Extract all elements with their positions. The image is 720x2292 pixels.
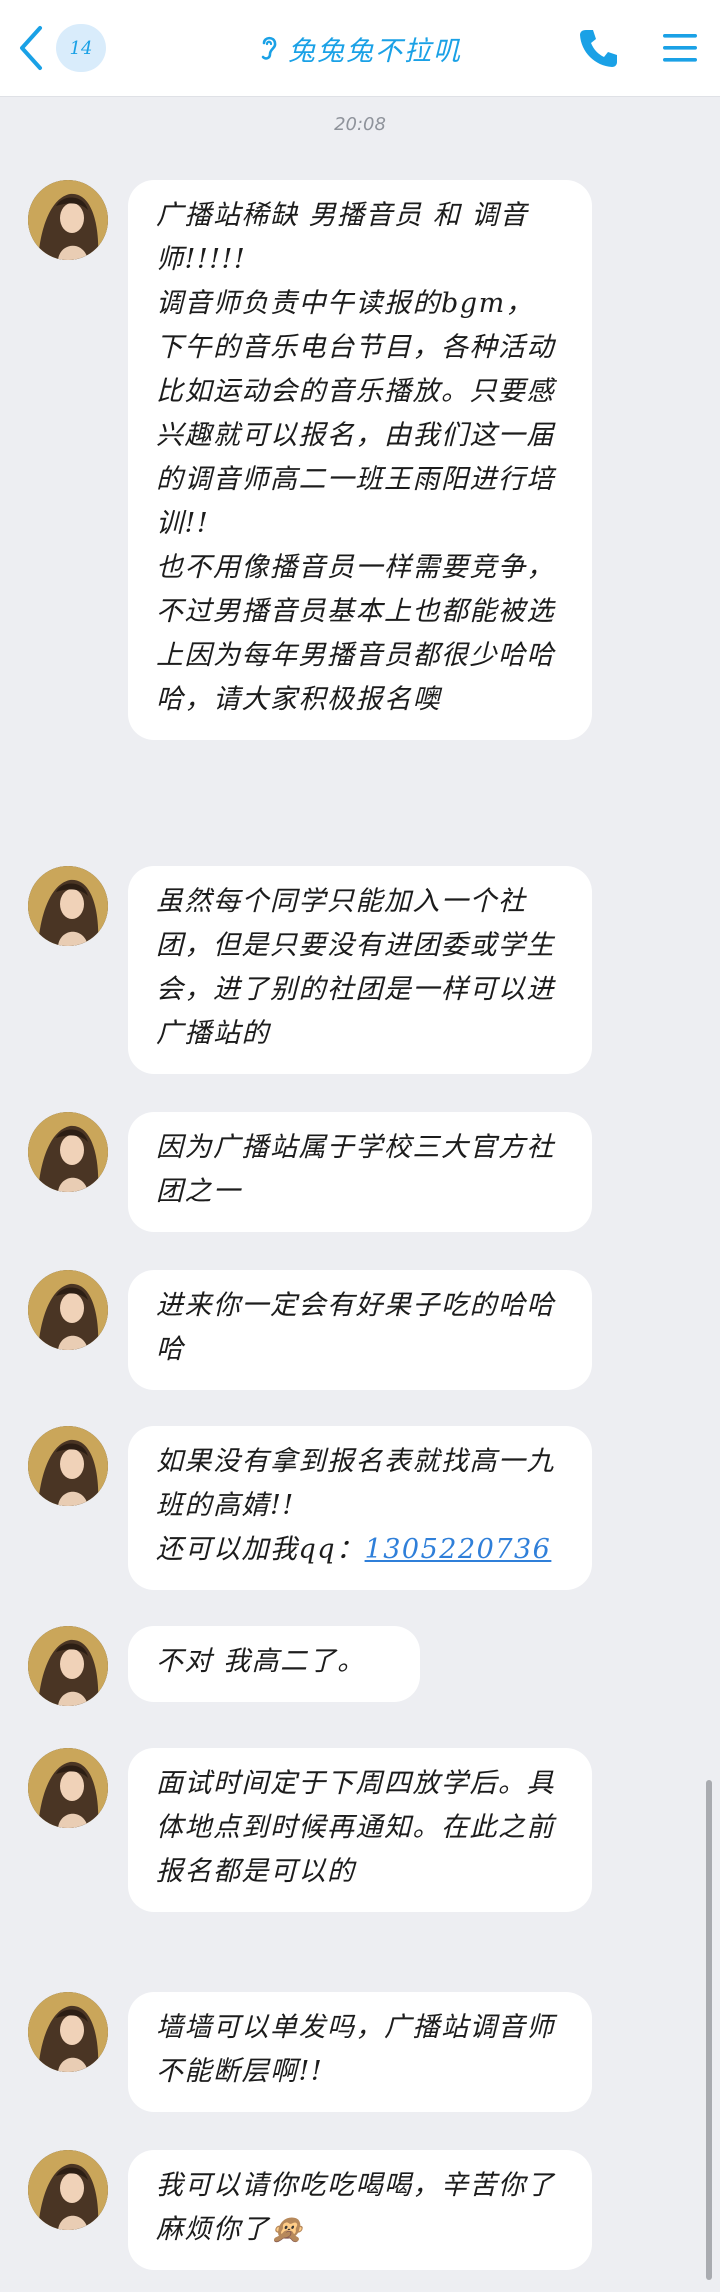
chat-title: 兔兔兔不拉叽 bbox=[288, 35, 462, 67]
avatar-image bbox=[28, 1270, 108, 1350]
message-text: 虽然每个同学只能加入一个社团，但是只要没有进团委或学生会，进了别的社团是一样可以… bbox=[156, 886, 555, 1049]
avatar-image bbox=[28, 1426, 108, 1506]
avatar-image bbox=[28, 1748, 108, 1828]
phone-icon bbox=[580, 30, 617, 67]
scrollbar[interactable] bbox=[706, 1780, 712, 2280]
message-text: 面试时间定于下周四放学后。具体地点到时候再通知。在此之前报名都是可以的 bbox=[156, 1768, 555, 1887]
avatar[interactable] bbox=[28, 1992, 108, 2072]
avatar-image bbox=[28, 180, 108, 260]
message-text: 还可以加我qq：1305220736 bbox=[156, 1528, 562, 1572]
avatar-image bbox=[28, 1992, 108, 2072]
message-text: 因为广播站属于学校三大官方社团之一 bbox=[156, 1132, 555, 1207]
avatar[interactable] bbox=[28, 1748, 108, 1828]
chat-header: 14 兔兔兔不拉叽 bbox=[0, 0, 720, 97]
avatar[interactable] bbox=[28, 866, 108, 946]
avatar[interactable] bbox=[28, 1426, 108, 1506]
message-text: 调音师负责中午读报的bgm，下午的音乐电台节目，各种活动比如运动会的音乐播放。只… bbox=[156, 288, 555, 539]
message-bubble[interactable]: 如果没有拿到报名表就找高一九班的高婧!! 还可以加我qq：1305220736 bbox=[128, 1426, 592, 1590]
message-bubble[interactable]: 广播站稀缺 男播音员 和 调音师!!!!! 调音师负责中午读报的bgm，下午的音… bbox=[128, 180, 592, 740]
message-bubble[interactable]: 不对 我高二了。 bbox=[128, 1626, 420, 1702]
avatar[interactable] bbox=[28, 180, 108, 260]
message-text: 还可以加我qq： bbox=[156, 1534, 365, 1565]
message-text: 墙墙可以单发吗，广播站调音师不能断层啊!! bbox=[156, 2012, 555, 2087]
message-text: 不对 我高二了。 bbox=[156, 1646, 366, 1677]
message-bubble[interactable]: 面试时间定于下周四放学后。具体地点到时候再通知。在此之前报名都是可以的 bbox=[128, 1748, 592, 1912]
message-text: 进来你一定会有好果子吃的哈哈哈 bbox=[156, 1290, 555, 1365]
call-button[interactable] bbox=[576, 26, 620, 70]
message-text: 广播站稀缺 男播音员 和 调音师!!!!! bbox=[156, 200, 529, 275]
avatar[interactable] bbox=[28, 1270, 108, 1350]
menu-icon bbox=[663, 34, 697, 62]
avatar-image bbox=[28, 866, 108, 946]
menu-button[interactable] bbox=[660, 28, 700, 68]
message-text: 如果没有拿到报名表就找高一九班的高婧!! bbox=[156, 1446, 555, 1521]
avatar-image bbox=[28, 1626, 108, 1706]
message-text: 也不用像播音员一样需要竞争，不过男播音员基本上也都能被选上因为每年男播音员都很少… bbox=[156, 552, 555, 715]
qq-number-link[interactable]: 1305220736 bbox=[365, 1534, 552, 1565]
avatar[interactable] bbox=[28, 2150, 108, 2230]
avatar-image bbox=[28, 2150, 108, 2230]
message-bubble[interactable]: 因为广播站属于学校三大官方社团之一 bbox=[128, 1112, 592, 1232]
message-bubble[interactable]: 进来你一定会有好果子吃的哈哈哈 bbox=[128, 1270, 592, 1390]
message-bubble[interactable]: 我可以请你吃吃喝喝，辛苦你了麻烦你了🙊 bbox=[128, 2150, 592, 2270]
message-bubble[interactable]: 墙墙可以单发吗，广播站调音师不能断层啊!! bbox=[128, 1992, 592, 2112]
message-timestamp: 20:08 bbox=[334, 114, 386, 135]
message-bubble[interactable]: 虽然每个同学只能加入一个社团，但是只要没有进团委或学生会，进了别的社团是一样可以… bbox=[128, 866, 592, 1074]
message-text: 我可以请你吃吃喝喝，辛苦你了麻烦你了🙊 bbox=[156, 2170, 555, 2245]
avatar[interactable] bbox=[28, 1112, 108, 1192]
ear-icon bbox=[261, 36, 277, 60]
avatar[interactable] bbox=[28, 1626, 108, 1706]
avatar-image bbox=[28, 1112, 108, 1192]
